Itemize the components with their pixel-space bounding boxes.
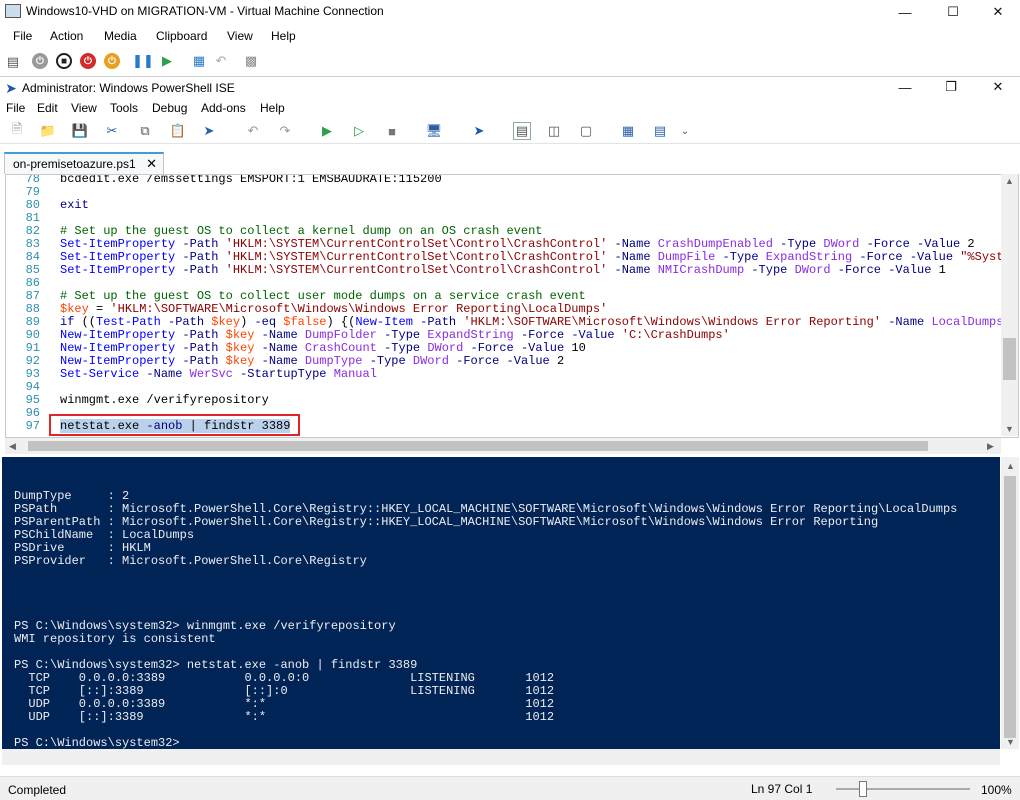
show-script-pane-max-icon[interactable]: ▢ <box>577 122 595 140</box>
scroll-down-icon[interactable]: ▼ <box>1005 424 1014 434</box>
start-powershell-icon[interactable]: ➤ <box>470 122 488 140</box>
console-line: PSProvider : Microsoft.PowerShell.Core\R… <box>14 554 367 568</box>
redo-icon[interactable]: ↷ <box>276 122 294 140</box>
line-text: Set-ItemProperty -Path 'HKLM:\SYSTEM\Cur… <box>60 263 946 277</box>
start-icon[interactable]: ⏻ <box>32 53 48 69</box>
zoom-slider-thumb[interactable] <box>859 781 867 797</box>
cursor-position: Ln 97 Col 1 <box>751 782 813 796</box>
show-script-pane-top-icon[interactable]: ▤ <box>513 122 531 140</box>
console-horizontal-scrollbar[interactable] <box>2 749 1000 765</box>
vm-menu-help[interactable]: Help <box>271 29 296 43</box>
vm-connection-icon <box>5 4 21 18</box>
vm-menu-clipboard[interactable]: Clipboard <box>156 29 207 43</box>
vm-menu-media[interactable]: Media <box>104 29 137 43</box>
status-text: Completed <box>8 783 67 797</box>
cut-icon[interactable]: ✂ <box>103 122 121 140</box>
vm-menu-view[interactable]: View <box>227 29 253 43</box>
scroll-right-icon[interactable]: ▶ <box>987 441 994 452</box>
show-command-window-icon[interactable]: ▦ <box>619 122 637 140</box>
copy-icon[interactable]: ⧉ <box>136 122 154 140</box>
save-state-icon[interactable]: ⏻ <box>104 53 120 69</box>
status-bar: Completed Ln 97 Col 1 100% <box>0 776 1020 800</box>
maximize-button[interactable]: ☐ <box>930 0 976 24</box>
ise-menu-addons[interactable]: Add-ons <box>201 101 246 115</box>
vm-toolbar: ▤ ⏻ ■ ⏻ ⏻ ❚❚ ▶ ▦ ↶ ▩ <box>0 48 1020 76</box>
ise-menu-bar: File Edit View Tools Debug Add-ons Help <box>0 98 1020 118</box>
vm-menu-action[interactable]: Action <box>50 29 83 43</box>
ise-menu-help[interactable]: Help <box>260 101 285 115</box>
undo-icon[interactable]: ↶ <box>244 122 262 140</box>
script-tab-bar: on-premisetoazure.ps1 ✕ <box>0 146 1020 174</box>
console-prompt[interactable]: PS C:\Windows\system32> <box>14 737 180 750</box>
ise-toolbar: 🗎 📁 💾 ✂ ⧉ 📋 ➤ ↶ ↷ ▶ ▷ ■ 🖥 ➤ ▤ ◫ ▢ ▦ ▤ ⌄ <box>0 118 1020 144</box>
editor-horizontal-thumb[interactable] <box>28 441 928 451</box>
line-text: Set-Service -Name WerSvc -StartupType Ma… <box>60 367 377 381</box>
console-vertical-thumb[interactable] <box>1004 476 1016 738</box>
tab-on-premisetoazure[interactable]: on-premisetoazure.ps1 ✕ <box>4 152 164 174</box>
ise-menu-file[interactable]: File <box>6 101 25 115</box>
ise-title-bar: ➤ Administrator: Windows PowerShell ISE … <box>0 76 1020 98</box>
ise-menu-debug[interactable]: Debug <box>152 101 187 115</box>
console-scroll-down-icon[interactable]: ▼ <box>1006 737 1015 747</box>
shut-down-icon[interactable]: ⏻ <box>80 53 96 69</box>
vm-menu-bar: File Action Media Clipboard View Help <box>0 25 1020 47</box>
vm-window-title: Windows10-VHD on MIGRATION-VM - Virtual … <box>26 4 384 18</box>
ctrl-alt-del-icon[interactable]: ▤ <box>4 53 22 71</box>
vm-title-bar: Windows10-VHD on MIGRATION-VM - Virtual … <box>0 0 1020 24</box>
show-command-addon-icon[interactable]: ▤ <box>651 122 669 140</box>
paste-icon[interactable]: 📋 <box>169 122 187 140</box>
editor-vertical-thumb[interactable] <box>1003 338 1016 380</box>
revert-icon[interactable]: ↶ <box>212 52 230 70</box>
ise-menu-view[interactable]: View <box>71 101 97 115</box>
clear-console-icon[interactable]: ➤ <box>200 122 218 140</box>
enhanced-session-icon[interactable]: ▩ <box>242 52 260 70</box>
minimize-button[interactable]: — <box>882 0 928 24</box>
turn-off-icon[interactable]: ■ <box>56 53 72 69</box>
open-folder-icon[interactable]: 📁 <box>39 122 57 140</box>
scroll-left-icon[interactable]: ◀ <box>9 441 16 452</box>
zoom-level: 100% <box>981 783 1012 797</box>
console-pane[interactable]: DumpType : 2 PSPath : Microsoft.PowerShe… <box>2 457 1000 749</box>
save-icon[interactable]: 💾 <box>71 122 89 140</box>
line-text: winmgmt.exe /verifyrepository <box>60 393 269 407</box>
line-number: 97 <box>25 419 40 433</box>
console-line: WMI repository is consistent <box>14 632 216 646</box>
remote-powershell-icon[interactable]: 🖥 <box>425 122 443 140</box>
zoom-slider-track[interactable] <box>836 788 970 790</box>
run-script-icon[interactable]: ▶ <box>318 122 336 140</box>
show-script-pane-right-icon[interactable]: ◫ <box>545 122 563 140</box>
scroll-up-icon[interactable]: ▲ <box>1005 176 1014 186</box>
ise-menu-edit[interactable]: Edit <box>37 101 58 115</box>
tab-close-icon[interactable]: ✕ <box>146 156 157 172</box>
console-scroll-up-icon[interactable]: ▲ <box>1006 461 1015 471</box>
resume-icon[interactable]: ▶ <box>158 52 176 70</box>
toolbar-overflow-icon[interactable]: ⌄ <box>676 122 694 140</box>
run-selection-icon[interactable]: ▷ <box>350 122 368 140</box>
line-text: bcdedit.exe /emssettings EMSPORT:1 EMSBA… <box>60 174 442 186</box>
ise-window-title: Administrator: Windows PowerShell ISE <box>22 81 235 95</box>
ise-restore-button[interactable]: ❐ <box>928 77 974 97</box>
ise-minimize-button[interactable]: — <box>882 77 928 97</box>
editor-vertical-scrollbar[interactable]: ▲ ▼ <box>1001 174 1018 436</box>
script-editor[interactable]: 78 bcdedit.exe /emssettings EMSPORT:1 EMS… <box>5 174 1019 438</box>
console-line: UDP [::]:3389 *:* 1012 <box>14 710 555 724</box>
selection-highlight-box <box>49 414 300 436</box>
console-scrolled-fragment <box>14 457 288 466</box>
ise-close-button[interactable]: ✕ <box>975 77 1020 97</box>
pause-icon[interactable]: ❚❚ <box>132 52 154 70</box>
vm-menu-file[interactable]: File <box>13 29 32 43</box>
ise-menu-tools[interactable]: Tools <box>110 101 138 115</box>
stop-icon[interactable]: ■ <box>383 122 401 140</box>
tab-label: on-premisetoazure.ps1 <box>13 157 136 171</box>
checkpoint-icon[interactable]: ▦ <box>190 52 208 70</box>
close-button[interactable]: ✕ <box>975 0 1020 24</box>
line-text: exit <box>60 198 89 212</box>
new-file-icon[interactable]: 🗎 <box>8 121 26 140</box>
powershell-icon: ➤ <box>5 79 17 96</box>
